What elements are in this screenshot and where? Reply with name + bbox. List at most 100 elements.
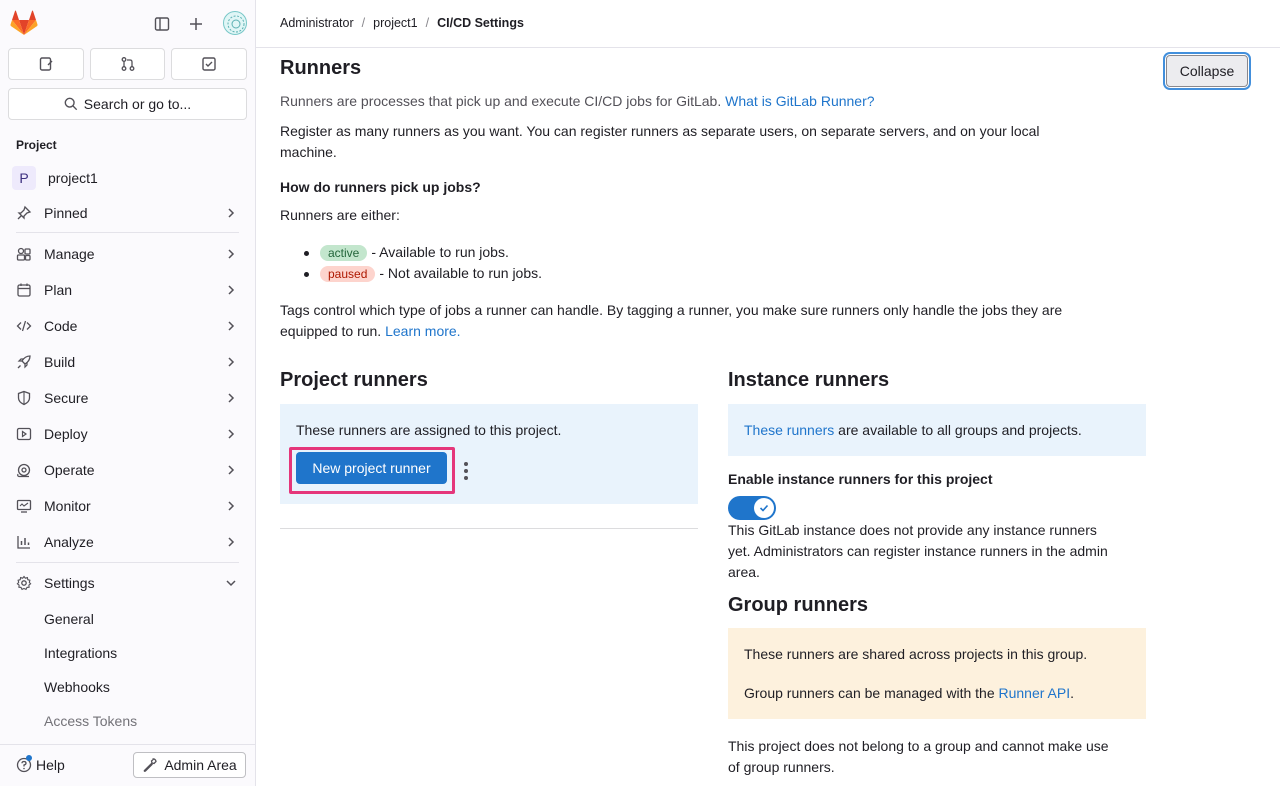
sidebar-subitem-general[interactable]: General (44, 611, 94, 627)
what-is-runner-link[interactable]: What is GitLab Runner? (725, 93, 874, 109)
breadcrumb-item[interactable]: Administrator (280, 16, 354, 30)
chevron-right-icon (228, 537, 235, 547)
sidebar: Search or go to... Project P project1 Pi… (0, 0, 256, 786)
sidebar-item-deploy[interactable]: Deploy (8, 418, 247, 450)
list-item-text: - Not available to run jobs. (379, 265, 543, 281)
sidebar-item-label: Pinned (44, 205, 88, 221)
sidebar-subitem-access-tokens[interactable]: Access Tokens (44, 713, 137, 729)
sidebar-item-code[interactable]: Code (8, 310, 247, 342)
register-text: Register as many runners as you want. Yo… (280, 121, 1040, 163)
list-bullet (304, 272, 309, 277)
project-runners-heading: Project runners (280, 369, 428, 391)
instance-note-line: area. (728, 564, 760, 580)
section-divider (280, 528, 698, 529)
issues-tab-icon[interactable] (8, 48, 84, 80)
chevron-right-icon (228, 357, 235, 367)
search-label: Search or go to... (83, 96, 192, 112)
avatar[interactable] (223, 11, 247, 35)
toggle-knob (754, 498, 774, 518)
breadcrumb: Administrator / project1 / CI/CD Setting… (280, 16, 524, 30)
chevron-right-icon (228, 321, 235, 331)
plus-icon[interactable] (182, 10, 210, 38)
sidebar-item-project[interactable]: P project1 (8, 162, 247, 194)
group-runners-api-text: Group runners can be managed with the Ru… (744, 685, 1074, 701)
cloud-gear-icon (16, 462, 32, 478)
breadcrumb-separator: / (361, 16, 366, 30)
new-project-runner-button[interactable]: New project runner (296, 452, 447, 484)
calendar-icon (16, 282, 32, 298)
register-text-line: machine. (280, 144, 337, 160)
sidebar-item-settings[interactable]: Settings (8, 567, 247, 599)
these-runners-link[interactable]: These runners (744, 422, 834, 438)
tags-text-line: equipped to run. Learn more. (280, 323, 461, 339)
admin-area-button[interactable]: Admin Area (133, 752, 246, 778)
gear-icon (16, 575, 32, 591)
sidebar-item-label: Build (44, 354, 76, 370)
sidebar-divider (16, 232, 239, 233)
wrench-icon (143, 758, 158, 772)
sidebar-item-secure[interactable]: Secure (8, 382, 247, 414)
sidebar-item-pinned[interactable]: Pinned (8, 197, 247, 229)
project-runners-text: These runners are assigned to this proje… (296, 422, 562, 438)
register-text-line: Register as many runners as you want. Yo… (280, 123, 1040, 139)
sidebar-item-manage[interactable]: Manage (8, 238, 247, 270)
chevron-right-icon (228, 249, 235, 259)
instance-runners-box: These runners are available to all group… (728, 404, 1146, 456)
breadcrumb-separator: / (425, 16, 430, 30)
status-badge-active: active (320, 245, 368, 261)
sidebar-item-plan[interactable]: Plan (8, 274, 247, 306)
rocket-icon (16, 354, 32, 370)
main-content: Runners Collapse Runners are processes t… (280, 48, 1280, 786)
sidebar-item-operate[interactable]: Operate (8, 454, 247, 486)
chevron-right-icon (228, 465, 235, 475)
sidebar-item-build[interactable]: Build (8, 346, 247, 378)
sidebar-item-monitor[interactable]: Monitor (8, 490, 247, 522)
pin-icon (16, 205, 32, 221)
list-item: paused - Not available to run jobs. (320, 263, 542, 284)
monitor-icon (16, 498, 32, 514)
project-avatar: P (12, 166, 36, 190)
group-runners-box: These runners are shared across projects… (728, 628, 1146, 719)
kebab-menu-icon[interactable] (463, 462, 469, 480)
help-button[interactable]: Help (16, 755, 65, 773)
status-badge-paused: paused (320, 266, 376, 282)
chevron-down-icon (226, 580, 236, 587)
instance-runners-text: These runners are available to all group… (744, 420, 1082, 441)
sidebar-item-label: Code (44, 318, 78, 334)
instance-toggle-label: Enable instance runners for this project (728, 471, 993, 487)
sidebar-item-label: Analyze (44, 534, 94, 550)
sidebar-item-label: Deploy (44, 426, 88, 442)
breadcrumb-item[interactable]: project1 (373, 16, 417, 30)
breadcrumb-current[interactable]: CI/CD Settings (437, 16, 524, 30)
chevron-right-icon (228, 285, 235, 295)
todos-tab-icon[interactable] (171, 48, 248, 80)
sidebar-item-label: project1 (48, 170, 98, 186)
users-icon (16, 246, 32, 262)
sidebar-item-label: Monitor (44, 498, 91, 514)
gitlab-logo-icon[interactable] (10, 10, 38, 36)
search-icon (64, 97, 77, 111)
instance-runners-heading: Instance runners (728, 369, 890, 391)
instance-note-line: This GitLab instance does not provide an… (728, 522, 1097, 538)
sidebar-item-label: Operate (44, 462, 95, 478)
sidebar-item-analyze[interactable]: Analyze (8, 526, 247, 558)
runner-api-link[interactable]: Runner API (999, 685, 1071, 701)
collapse-button[interactable]: Collapse (1166, 55, 1248, 87)
merge-requests-tab-icon[interactable] (89, 48, 166, 80)
runners-intro: Runners are processes that pick up and e… (280, 91, 875, 112)
help-icon (16, 755, 32, 773)
top-bar: Administrator / project1 / CI/CD Setting… (256, 0, 1280, 48)
sidebar-item-label: Manage (44, 246, 95, 262)
instance-note-line: yet. Administrators can register instanc… (728, 543, 1108, 559)
search-button[interactable]: Search or go to... (8, 88, 247, 120)
instance-runners-toggle[interactable] (728, 496, 776, 520)
learn-more-link[interactable]: Learn more. (385, 323, 460, 339)
runners-intro-text: Runners are processes that pick up and e… (280, 93, 722, 109)
list-bullet (304, 251, 309, 256)
runners-either-text: Runners are either: (280, 207, 400, 223)
sidebar-subitem-integrations[interactable]: Integrations (44, 645, 117, 661)
sidebar-quick-tabs (8, 48, 248, 80)
sidebar-subitem-webhooks[interactable]: Webhooks (44, 679, 110, 695)
deploy-icon (16, 426, 32, 442)
sidebar-toggle-icon[interactable] (148, 10, 176, 38)
